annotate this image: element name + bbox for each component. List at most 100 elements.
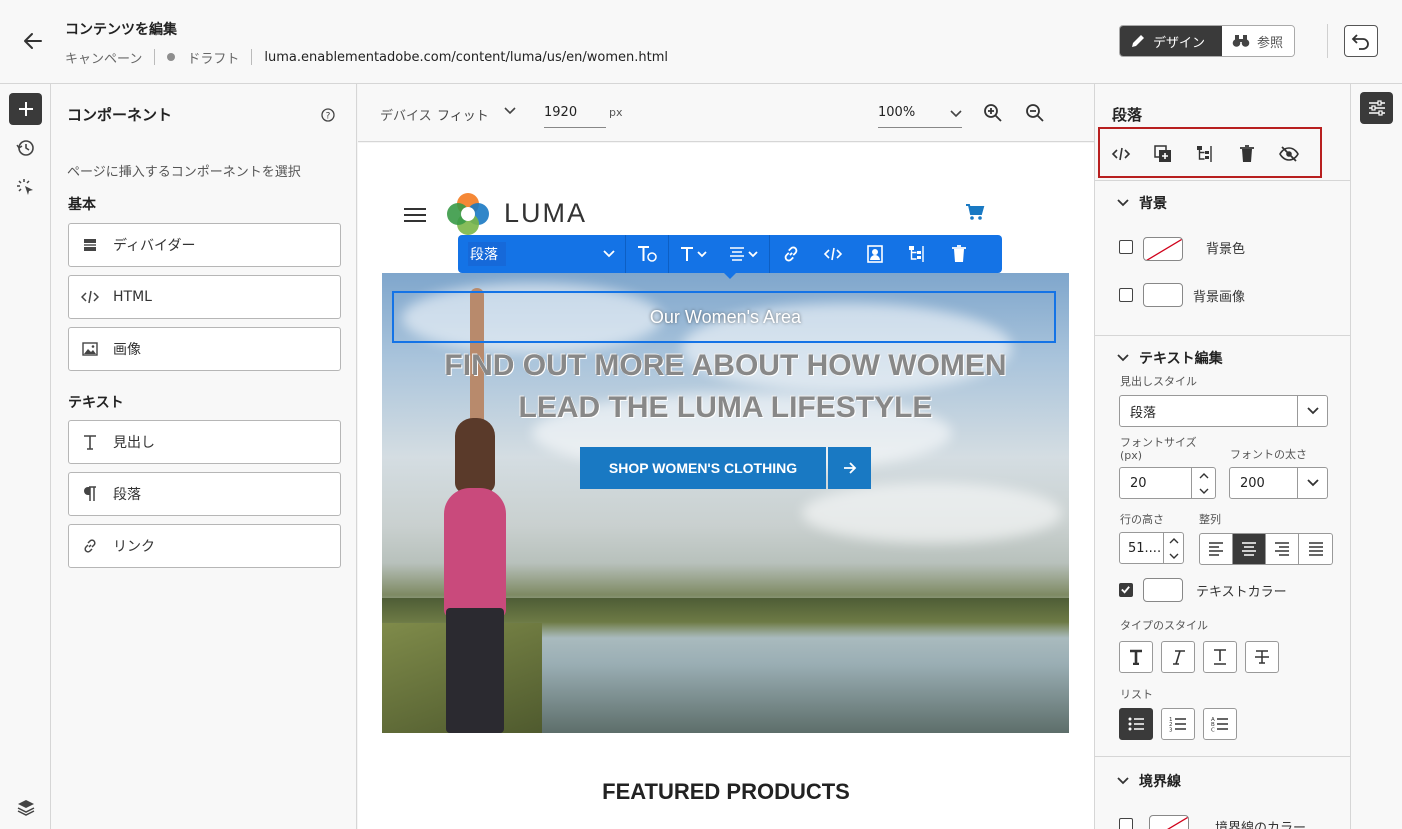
chevron-down-icon[interactable] — [1192, 483, 1215, 498]
divider-component-label: ディバイダー — [113, 238, 196, 254]
select-parent-button[interactable] — [896, 235, 938, 273]
width-input[interactable]: 1920 — [544, 98, 606, 128]
bullet-list-button[interactable] — [1119, 708, 1153, 740]
hero-headline[interactable]: FIND OUT MORE ABOUT HOW WOMEN LEAD THE L… — [382, 345, 1069, 429]
image-component-label: 画像 — [113, 342, 141, 358]
alpha-list-button[interactable]: ABC — [1203, 708, 1237, 740]
layers-button[interactable] — [9, 791, 42, 823]
font-weight-value: 200 — [1240, 475, 1265, 491]
link-icon — [81, 538, 99, 554]
pilcrow-icon — [81, 486, 99, 502]
right-rail — [1351, 84, 1402, 829]
history-button[interactable] — [9, 132, 42, 164]
chevron-down-icon — [1117, 199, 1129, 207]
border-color-swatch[interactable] — [1149, 815, 1189, 829]
border-color-checkbox[interactable] — [1119, 818, 1133, 829]
text-align-button[interactable] — [719, 235, 769, 273]
device-label: デバイス — [380, 109, 432, 124]
help-icon[interactable]: ? — [321, 108, 335, 122]
interactions-button[interactable] — [9, 172, 42, 204]
cloud — [802, 483, 1062, 543]
align-right-icon[interactable] — [1266, 534, 1299, 564]
paragraph-component-label: 段落 — [113, 487, 141, 503]
view-mode-button[interactable]: 参照 — [1222, 26, 1294, 56]
bg-color-checkbox[interactable] — [1119, 240, 1133, 254]
edit-html-action[interactable] — [1110, 143, 1132, 165]
view-mode-label: 参照 — [1257, 35, 1284, 51]
tree-structure-icon — [908, 245, 926, 263]
shop-womens-button[interactable]: SHOP WOMEN'S CLOTHING — [580, 447, 871, 489]
type-style-label: タイプのスタイル — [1120, 619, 1208, 632]
figure-pants — [446, 608, 504, 733]
shop-button-label: SHOP WOMEN'S CLOTHING — [580, 447, 826, 489]
delete-action[interactable] — [1236, 143, 1258, 165]
properties-panel: 段落 背景 背景色 背景画像 テキスト編集 見出しスタイル 段落 フォントサイズ… — [1094, 84, 1351, 829]
text-format-button[interactable] — [626, 235, 668, 273]
numbered-list-button[interactable]: 123 — [1161, 708, 1195, 740]
align-justify-icon[interactable] — [1299, 534, 1332, 564]
svg-text:?: ? — [326, 112, 331, 122]
page-preview: LUMA Our Women's Area FIND OUT MORE ABOU… — [358, 143, 1094, 829]
font-weight-select[interactable]: 200 — [1229, 467, 1328, 499]
select-parent-action[interactable] — [1194, 143, 1216, 165]
image-component[interactable]: 画像 — [68, 327, 341, 371]
chevron-down-icon — [603, 250, 615, 258]
figure-head — [455, 418, 495, 493]
align-center-icon[interactable] — [1233, 534, 1266, 564]
personalize-button[interactable] — [854, 235, 896, 273]
duplicate-action[interactable] — [1152, 143, 1174, 165]
bg-image-swatch[interactable] — [1143, 283, 1183, 307]
page-url: luma.enablementadobe.com/content/luma/us… — [264, 49, 669, 65]
paragraph-component[interactable]: 段落 — [68, 472, 341, 516]
chevron-up-icon[interactable] — [1164, 533, 1183, 548]
text-edit-section-toggle[interactable]: テキスト編集 — [1117, 348, 1223, 368]
html-component[interactable]: HTML — [68, 275, 341, 319]
heading-style-select[interactable]: 段落 — [1119, 395, 1328, 427]
back-arrow-icon[interactable] — [20, 28, 46, 54]
divider-component[interactable]: ディバイダー — [68, 223, 341, 267]
strikethrough-style-button[interactable] — [1245, 641, 1279, 673]
image-icon — [81, 342, 99, 356]
properties-title: 段落 — [1112, 106, 1143, 124]
chevron-down-icon[interactable] — [504, 107, 516, 115]
text-color-checkbox[interactable] — [1119, 583, 1133, 597]
hero-headline-line-2: LEAD THE LUMA LIFESTYLE — [518, 391, 933, 424]
chevron-down-icon[interactable] — [1164, 548, 1183, 563]
line-height-stepper[interactable]: 51.... — [1119, 532, 1184, 564]
hamburger-menu-icon[interactable] — [403, 207, 427, 223]
font-style-button[interactable] — [669, 235, 719, 273]
undo-button[interactable] — [1344, 25, 1378, 57]
html-component-label: HTML — [113, 289, 152, 305]
element-type-select[interactable]: 段落 — [458, 235, 626, 273]
zoom-select[interactable]: 100% — [878, 98, 962, 128]
underline-style-button[interactable] — [1203, 641, 1237, 673]
chevron-up-icon[interactable] — [1192, 468, 1215, 483]
bg-image-checkbox[interactable] — [1119, 288, 1133, 302]
edit-html-button[interactable] — [812, 235, 854, 273]
align-left-icon[interactable] — [1200, 534, 1233, 564]
background-section-toggle[interactable]: 背景 — [1117, 193, 1167, 213]
italic-style-button[interactable] — [1161, 641, 1195, 673]
border-section-toggle[interactable]: 境界線 — [1117, 771, 1181, 791]
text-color-swatch[interactable] — [1143, 578, 1183, 602]
border-section-label: 境界線 — [1139, 774, 1181, 790]
heading-component[interactable]: 見出し — [68, 420, 341, 464]
link-component[interactable]: リンク — [68, 524, 341, 568]
divider — [1095, 756, 1350, 757]
cart-icon[interactable] — [965, 203, 985, 221]
device-select[interactable]: フィット — [437, 105, 489, 124]
components-panel: コンポーネント ? ページに挿入するコンポーネントを選択 基本 ディバイダー H… — [51, 84, 357, 829]
font-size-stepper[interactable]: 20 — [1119, 467, 1216, 499]
add-components-button[interactable] — [9, 93, 42, 125]
hide-action[interactable] — [1278, 143, 1300, 165]
design-mode-button[interactable]: デザイン — [1120, 26, 1222, 56]
bold-style-button[interactable] — [1119, 641, 1153, 673]
bg-color-swatch[interactable] — [1143, 237, 1183, 261]
zoom-in-icon[interactable] — [983, 103, 1005, 125]
properties-toggle-button[interactable] — [1360, 92, 1393, 124]
insert-link-button[interactable] — [770, 235, 812, 273]
design-mode-label: デザイン — [1153, 35, 1206, 51]
zoom-out-icon[interactable] — [1025, 103, 1047, 125]
delete-element-button[interactable] — [938, 235, 980, 273]
numbered-list-icon: 123 — [1169, 716, 1187, 732]
